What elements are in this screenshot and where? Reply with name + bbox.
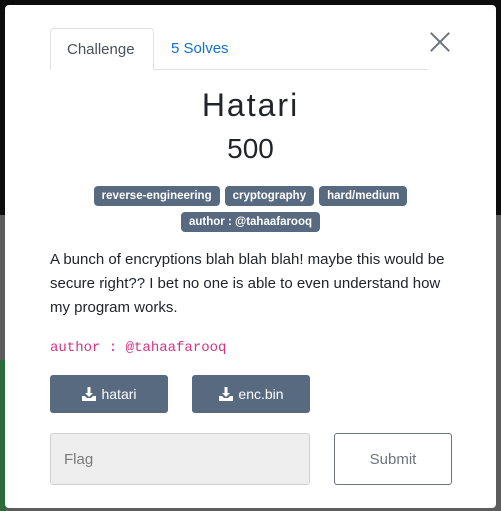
tag-badge: cryptography xyxy=(224,186,315,206)
tab-challenge[interactable]: Challenge xyxy=(50,28,154,70)
tag-badge: author : @tahaafarooq xyxy=(180,212,321,232)
challenge-modal: Challenge 5 Solves Hatari 500 reverse-en… xyxy=(5,5,496,508)
author-code: author : @tahaafarooq xyxy=(50,340,227,356)
close-icon[interactable] xyxy=(429,31,451,53)
challenge-description: A bunch of encryptions blah blah blah! m… xyxy=(50,251,445,316)
download-label: hatari xyxy=(101,386,137,402)
tag-badge: reverse-engineering xyxy=(93,186,220,206)
download-icon xyxy=(82,387,97,401)
download-icon xyxy=(219,387,234,401)
tab-solves[interactable]: 5 Solves xyxy=(155,28,245,70)
download-enc-bin-button[interactable]: enc.bin xyxy=(192,375,310,413)
submit-button[interactable]: Submit xyxy=(334,433,452,485)
flag-input[interactable] xyxy=(50,433,310,485)
challenge-points: 500 xyxy=(227,133,274,164)
challenge-title: Hatari xyxy=(201,87,300,123)
modal-tabs: Challenge 5 Solves xyxy=(50,28,428,70)
challenge-tags: reverse-engineering cryptography hard/me… xyxy=(5,186,496,238)
download-label: enc.bin xyxy=(238,386,284,402)
tag-badge: hard/medium xyxy=(319,186,408,206)
download-hatari-button[interactable]: hatari xyxy=(50,375,168,413)
